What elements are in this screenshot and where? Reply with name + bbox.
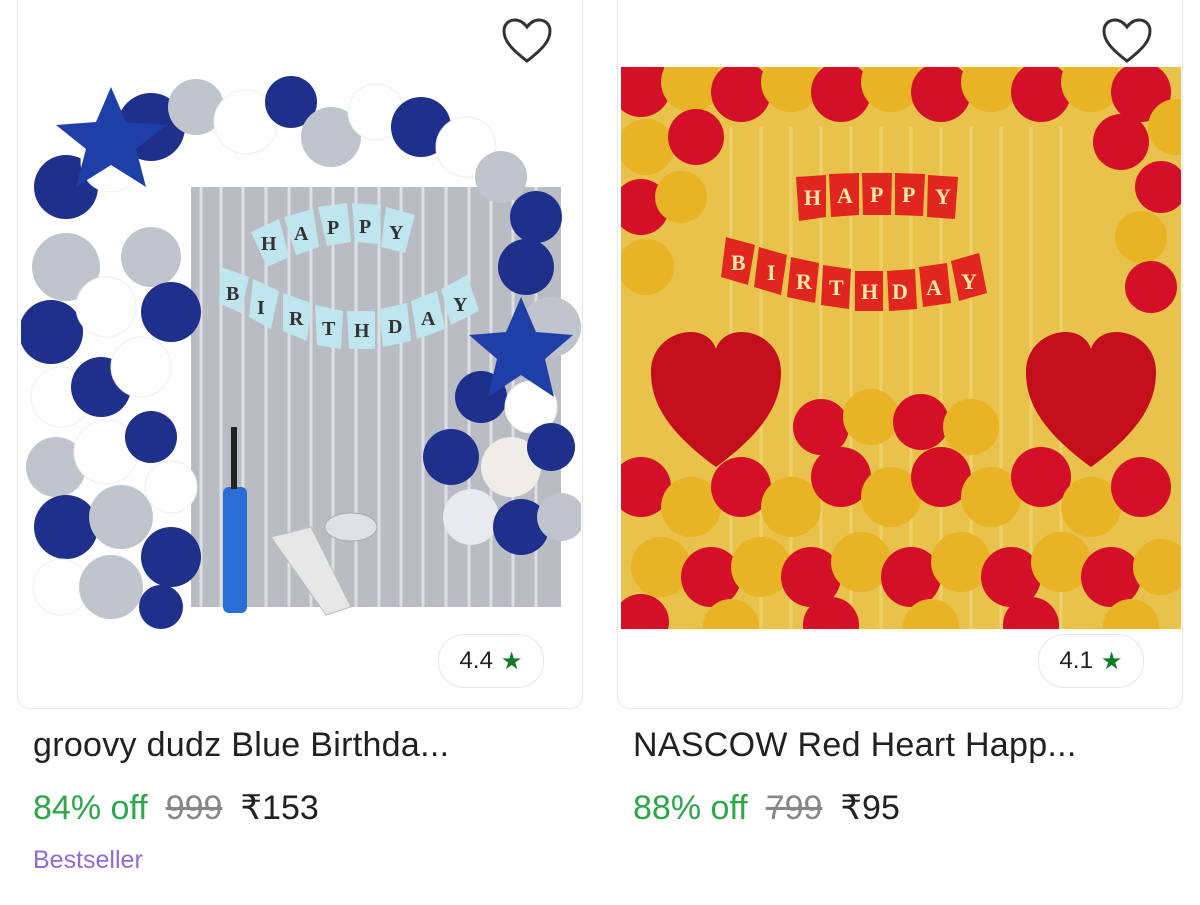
product-title[interactable]: groovy dudz Blue Birthda... <box>33 726 449 765</box>
discount-percent: 84% off <box>33 789 148 827</box>
svg-text:P: P <box>870 182 883 207</box>
svg-text:I: I <box>767 260 776 285</box>
svg-text:B: B <box>226 283 239 305</box>
svg-text:T: T <box>322 318 336 340</box>
product-image-container[interactable]: H A P P Y B I R T H D A Y <box>617 0 1183 709</box>
product-image: H A P P Y B I R T H D A Y <box>21 67 581 629</box>
svg-text:T: T <box>829 275 844 300</box>
svg-text:B: B <box>731 250 746 275</box>
wishlist-heart-icon[interactable] <box>1100 16 1154 66</box>
discount-percent: 88% off <box>633 789 748 827</box>
product-image: H A P P Y B I R T H D A Y <box>621 67 1181 629</box>
rating-value: 4.4 <box>459 647 493 674</box>
svg-text:Y: Y <box>389 222 404 244</box>
product-card[interactable]: H A P P Y B I R T H D A Y <box>17 0 583 905</box>
wishlist-heart-icon[interactable] <box>500 16 554 66</box>
svg-text:D: D <box>892 279 908 304</box>
svg-text:R: R <box>796 269 813 294</box>
svg-text:I: I <box>257 297 265 319</box>
price-row: 88% off 799 ₹95 <box>633 788 900 828</box>
svg-text:H: H <box>861 279 878 304</box>
rating-value: 4.1 <box>1059 647 1093 674</box>
rating-badge: 4.1 ★ <box>1038 634 1144 688</box>
svg-text:A: A <box>421 308 436 330</box>
product-image-container[interactable]: H A P P Y B I R T H D A Y <box>17 0 583 709</box>
svg-text:R: R <box>289 308 304 330</box>
svg-text:A: A <box>294 223 309 245</box>
bestseller-tag: Bestseller <box>33 846 143 874</box>
svg-text:P: P <box>359 216 371 238</box>
product-title[interactable]: NASCOW Red Heart Happ... <box>633 726 1077 765</box>
svg-text:D: D <box>388 316 402 338</box>
product-card[interactable]: H A P P Y B I R T H D A Y <box>617 0 1183 905</box>
svg-text:H: H <box>804 185 821 210</box>
svg-text:A: A <box>926 275 942 300</box>
svg-text:H: H <box>354 320 370 342</box>
svg-text:Y: Y <box>453 294 468 316</box>
star-icon: ★ <box>500 647 523 675</box>
price-row: 84% off 999 ₹153 <box>33 788 319 828</box>
svg-text:H: H <box>261 233 277 255</box>
original-price: 799 <box>765 789 823 827</box>
rating-badge: 4.4 ★ <box>438 634 544 688</box>
svg-text:Y: Y <box>961 269 977 294</box>
svg-text:A: A <box>837 183 853 208</box>
svg-text:Y: Y <box>935 184 951 209</box>
selling-price: ₹95 <box>840 789 900 827</box>
star-icon: ★ <box>1100 647 1123 675</box>
selling-price: ₹153 <box>240 789 319 827</box>
original-price: 999 <box>165 789 223 827</box>
svg-text:P: P <box>902 182 915 207</box>
svg-text:P: P <box>327 217 339 239</box>
